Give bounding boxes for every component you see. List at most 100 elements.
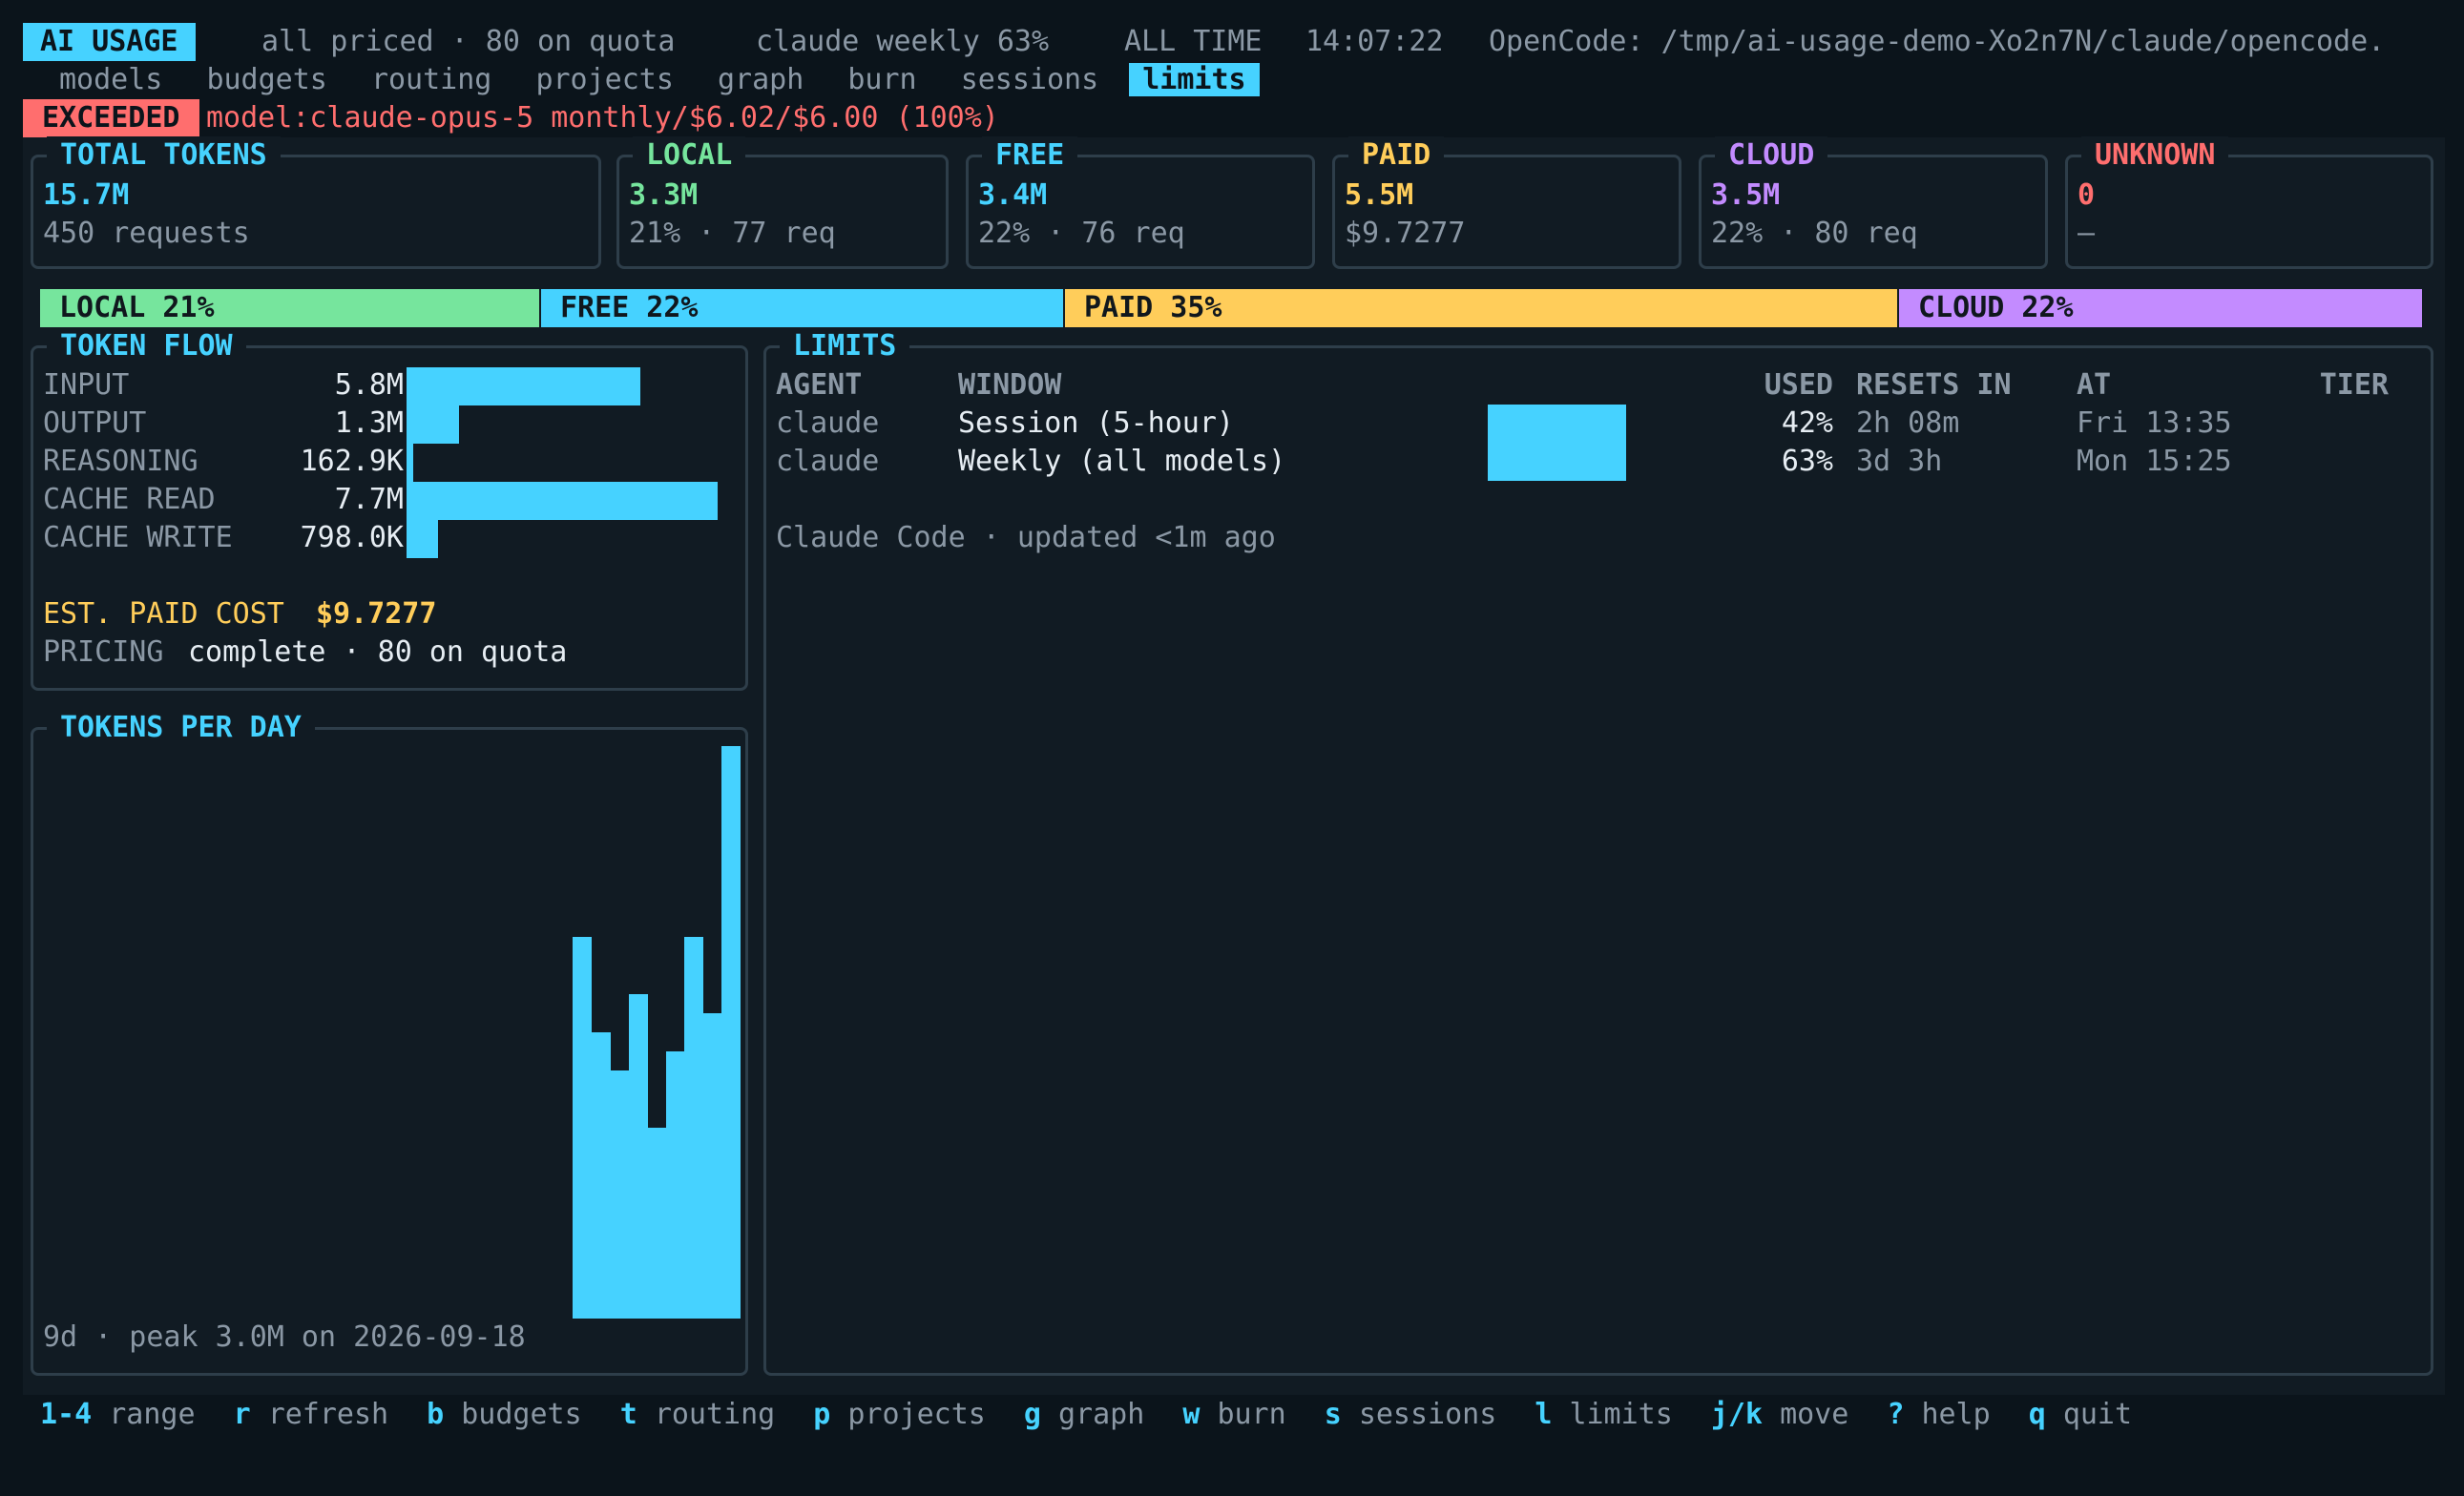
stat-local-title: LOCAL	[633, 136, 746, 175]
day-bar	[610, 1070, 629, 1319]
shortcut-label: range	[109, 1398, 196, 1431]
stat-card-free: FREE 3.4M 22% · 76 req	[966, 136, 1315, 269]
shortcut-routing[interactable]: t routing	[620, 1398, 776, 1431]
alert-message: model:claude-opus-5 monthly/$6.02/$6.00 …	[206, 101, 999, 135]
shortcut-key: ?	[1887, 1398, 1905, 1431]
col-used-header: USED	[1764, 368, 1833, 402]
flow-value: 162.9K	[300, 445, 404, 478]
flow-label: CACHE WRITE	[43, 521, 233, 554]
stat-total-value: 15.7M	[43, 178, 130, 212]
day-bar	[702, 1013, 722, 1319]
tokens-per-day-panel: TOKENS PER DAY 9d · peak 3.0M on 2026-09…	[31, 709, 748, 1376]
est-paid-cost-label: EST. PAID COST	[43, 597, 284, 631]
split-segment-0: LOCAL 21%	[40, 289, 539, 327]
stat-local-value: 3.3M	[629, 178, 699, 212]
flow-value: 798.0K	[300, 521, 404, 554]
pricing-status: all priced · 80 on quota	[261, 25, 676, 58]
col-window-header: WINDOW	[958, 368, 1062, 402]
app-badge: AI USAGE	[23, 23, 196, 61]
flow-value: 7.7M	[334, 483, 404, 516]
col-at-header: AT	[2077, 368, 2112, 402]
tab-models[interactable]: models	[46, 63, 176, 96]
weekly-status: claude weekly 63%	[756, 25, 1050, 58]
alert-bar: EXCEEDED model:claude-opus-5 monthly/$6.…	[0, 99, 999, 137]
pricing-label: PRICING	[43, 635, 164, 669]
day-bar	[647, 1128, 666, 1319]
token-flow-title: TOKEN FLOW	[47, 327, 246, 365]
header-bar: AI USAGE all priced · 80 on quota claude…	[0, 23, 2385, 61]
flow-bar	[407, 405, 459, 444]
flow-label: REASONING	[43, 445, 198, 478]
shortcut-sessions[interactable]: s sessions	[1325, 1398, 1497, 1431]
stat-total-title: TOTAL TOKENS	[47, 136, 281, 175]
limit-resets: 3d 3h	[1856, 445, 1943, 478]
tab-graph[interactable]: graph	[704, 63, 817, 96]
flow-label: OUTPUT	[43, 406, 147, 440]
shortcut-limits[interactable]: l limits	[1535, 1398, 1673, 1431]
limit-resets: 2h 08m	[1856, 406, 1960, 440]
tab-routing[interactable]: routing	[358, 63, 505, 96]
shortcut-range[interactable]: 1-4 range	[40, 1398, 196, 1431]
tab-budgets[interactable]: budgets	[193, 63, 340, 96]
limit-agent: claude	[776, 406, 880, 440]
stat-total-sub: 450 requests	[43, 217, 250, 250]
tab-bar: models budgets routing projects graph bu…	[46, 61, 1277, 99]
day-bar	[573, 937, 592, 1319]
limit-window: Weekly (all models)	[958, 445, 1286, 478]
stat-unknown-sub: —	[2078, 217, 2096, 250]
shortcut-refresh[interactable]: r refresh	[234, 1398, 389, 1431]
tab-sessions[interactable]: sessions	[948, 63, 1113, 96]
shortcut-help[interactable]: ? help	[1887, 1398, 1990, 1431]
shortcut-key: p	[813, 1398, 831, 1431]
tab-projects[interactable]: projects	[522, 63, 687, 96]
tokens-per-day-title: TOKENS PER DAY	[47, 709, 315, 747]
flow-bar	[407, 482, 718, 520]
stat-card-cloud: CLOUD 3.5M 22% · 80 req	[1699, 136, 2048, 269]
split-segment-1: FREE 22%	[541, 289, 1063, 327]
tokens-per-day-footer: 9d · peak 3.0M on 2026-09-18	[43, 1320, 526, 1354]
flow-bar	[407, 367, 640, 405]
shortcut-key: t	[619, 1398, 637, 1431]
day-bar	[684, 937, 703, 1319]
limit-at: Fri 13:35	[2077, 406, 2232, 440]
shortcut-projects[interactable]: p projects	[813, 1398, 986, 1431]
shortcut-graph[interactable]: g graph	[1024, 1398, 1144, 1431]
limit-agent: claude	[776, 445, 880, 478]
col-resets-header: RESETS IN	[1856, 368, 2012, 402]
split-segment-3: CLOUD 22%	[1899, 289, 2422, 327]
shortcut-key: b	[427, 1398, 445, 1431]
shortcut-burn[interactable]: w burn	[1182, 1398, 1285, 1431]
tab-limits[interactable]: limits	[1129, 63, 1260, 96]
flow-value: 1.3M	[334, 406, 404, 440]
stat-card-unknown: UNKNOWN 0 —	[2065, 136, 2433, 269]
shortcut-budgets[interactable]: b budgets	[427, 1398, 582, 1431]
tab-burn[interactable]: burn	[834, 63, 929, 96]
stat-cloud-sub: 22% · 80 req	[1711, 217, 1918, 250]
flow-value: 5.8M	[334, 368, 404, 402]
shortcut-key: 1-4	[40, 1398, 93, 1431]
pricing-value: complete · 80 on quota	[188, 635, 568, 669]
limit-usage-bar	[1488, 405, 1626, 481]
stat-paid-title: PAID	[1348, 136, 1445, 175]
shortcut-label: budgets	[461, 1398, 582, 1431]
flow-label: CACHE READ	[43, 483, 216, 516]
stat-cloud-value: 3.5M	[1711, 178, 1781, 212]
est-paid-cost-value: $9.7277	[316, 597, 437, 631]
shortcut-bar: 1-4 range r refresh b budgets t routing p pr…	[40, 1396, 2170, 1434]
limit-used: 42%	[1781, 406, 1833, 440]
limits-panel: LIMITS AGENT WINDOW USED RESETS IN AT TI…	[763, 327, 2433, 1376]
shortcut-key: l	[1535, 1398, 1553, 1431]
shortcut-key: q	[2028, 1398, 2046, 1431]
flow-label: INPUT	[43, 368, 130, 402]
stat-unknown-value: 0	[2078, 178, 2096, 212]
col-tier-header: TIER	[2319, 368, 2389, 402]
token-flow-panel: TOKEN FLOW INPUT 5.8M OUTPUT 1.3M REASONING 1…	[31, 327, 748, 691]
range-indicator: ALL TIME	[1124, 25, 1263, 58]
shortcut-label: move	[1780, 1398, 1849, 1431]
shortcut-label: projects	[847, 1398, 986, 1431]
day-bar	[591, 1032, 611, 1319]
shortcut-move[interactable]: j/k move	[1711, 1398, 1849, 1431]
stat-free-title: FREE	[982, 136, 1078, 175]
shortcut-label: burn	[1217, 1398, 1286, 1431]
shortcut-quit[interactable]: q quit	[2029, 1398, 2132, 1431]
